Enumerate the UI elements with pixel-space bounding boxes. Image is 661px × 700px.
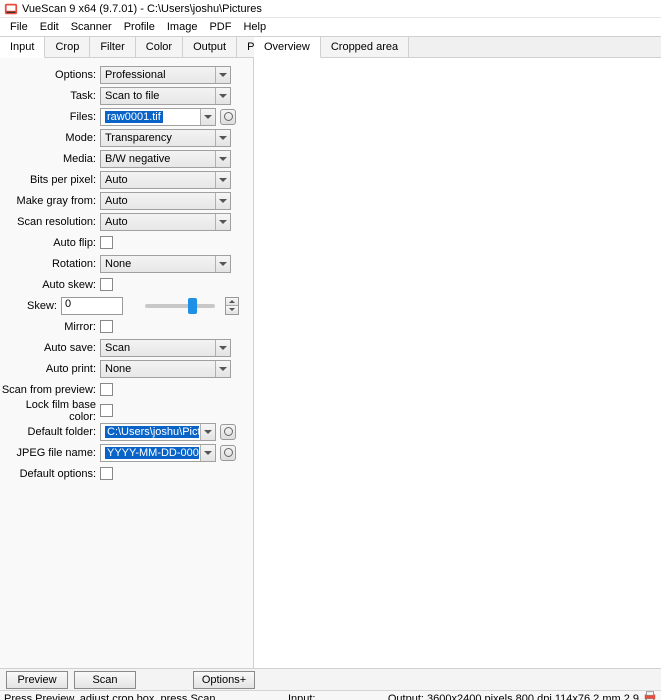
label-rotation: Rotation: (0, 258, 100, 270)
left-tabs: Input Crop Filter Color Output Prefs (0, 37, 253, 58)
menu-pdf[interactable]: PDF (203, 20, 237, 34)
chevron-down-icon (200, 445, 215, 461)
titlebar: VueScan 9 x64 (9.7.01) - C:\Users\joshu\… (0, 0, 661, 18)
combo-jpeg[interactable]: YYYY-MM-DD-0001+.jpg (100, 444, 216, 462)
right-panel: Overview Cropped area (254, 37, 661, 668)
label-bits: Bits per pixel: (0, 174, 100, 186)
tab-cropped[interactable]: Cropped area (321, 37, 409, 57)
chevron-down-icon (215, 361, 230, 377)
checkbox-lockfilm[interactable] (100, 404, 113, 417)
chevron-down-icon (215, 256, 230, 272)
main-split: Input Crop Filter Color Output Prefs Opt… (0, 36, 661, 668)
tab-input[interactable]: Input (0, 37, 45, 58)
spinner-skew[interactable] (225, 297, 239, 315)
checkbox-scanprev[interactable] (100, 383, 113, 396)
label-autoskew: Auto skew: (0, 279, 100, 291)
printer-icon (643, 690, 657, 700)
app-icon (4, 2, 18, 16)
label-scanprev: Scan from preview: (0, 384, 100, 396)
label-skew: Skew: (0, 300, 61, 312)
combo-options[interactable]: Professional (100, 66, 231, 84)
chevron-down-icon (200, 109, 215, 125)
checkbox-defopts[interactable] (100, 467, 113, 480)
label-media: Media: (0, 153, 100, 165)
tab-filter[interactable]: Filter (90, 37, 135, 57)
menu-image[interactable]: Image (161, 20, 204, 34)
tab-overview[interactable]: Overview (254, 37, 321, 58)
combo-rotation[interactable]: None (100, 255, 231, 273)
window-title: VueScan 9 x64 (9.7.01) - C:\Users\joshu\… (22, 3, 262, 15)
chevron-down-icon (200, 424, 215, 440)
slider-thumb[interactable] (188, 298, 197, 314)
label-gray: Make gray from: (0, 195, 100, 207)
jpeg-at-button[interactable] (220, 445, 236, 461)
label-mirror: Mirror: (0, 321, 100, 333)
preview-pane (254, 58, 661, 668)
checkbox-autoflip[interactable] (100, 236, 113, 249)
combo-res[interactable]: Auto (100, 213, 231, 231)
label-options: Options: (0, 69, 100, 81)
combo-gray[interactable]: Auto (100, 192, 231, 210)
combo-autoprint[interactable]: None (100, 360, 231, 378)
label-lockfilm: Lock film base color: (0, 399, 100, 423)
label-autoflip: Auto flip: (0, 237, 100, 249)
tab-color[interactable]: Color (136, 37, 183, 57)
footer-buttons: Preview Scan Options+ (0, 668, 661, 690)
label-res: Scan resolution: (0, 216, 100, 228)
menubar: File Edit Scanner Profile Image PDF Help (0, 18, 661, 36)
options-plus-button[interactable]: Options+ (193, 671, 255, 689)
label-autosave: Auto save: (0, 342, 100, 354)
chevron-down-icon (215, 151, 230, 167)
combo-bits[interactable]: Auto (100, 171, 231, 189)
label-mode: Mode: (0, 132, 100, 144)
scan-button[interactable]: Scan (74, 671, 136, 689)
combo-folder[interactable]: C:\Users\joshu\Pictures (100, 423, 216, 441)
menu-scanner[interactable]: Scanner (65, 20, 118, 34)
label-files: Files: (0, 111, 100, 123)
menu-profile[interactable]: Profile (118, 20, 161, 34)
tab-crop[interactable]: Crop (45, 37, 90, 57)
menu-file[interactable]: File (4, 20, 34, 34)
right-tabs: Overview Cropped area (254, 37, 661, 58)
left-panel: Input Crop Filter Color Output Prefs Opt… (0, 37, 254, 668)
combo-files[interactable]: raw0001.tif (100, 108, 216, 126)
chevron-down-icon (215, 340, 230, 356)
status-right: Output: 3600x2400 pixels 800 dpi 114x76.… (388, 690, 657, 700)
menu-edit[interactable]: Edit (34, 20, 65, 34)
combo-task[interactable]: Scan to file (100, 87, 231, 105)
label-jpeg: JPEG file name: (0, 447, 100, 459)
tab-output[interactable]: Output (183, 37, 237, 57)
label-defopts: Default options: (0, 468, 100, 480)
chevron-down-icon (215, 88, 230, 104)
form-area: Options:Professional Task:Scan to file F… (0, 58, 253, 668)
chevron-down-icon (215, 193, 230, 209)
status-mid: Input: (216, 693, 388, 700)
combo-autosave[interactable]: Scan (100, 339, 231, 357)
slider-skew[interactable] (145, 304, 215, 308)
chevron-down-icon (215, 172, 230, 188)
spinner-up-icon[interactable] (226, 298, 238, 307)
checkbox-mirror[interactable] (100, 320, 113, 333)
checkbox-autoskew[interactable] (100, 278, 113, 291)
preview-button[interactable]: Preview (6, 671, 68, 689)
menu-help[interactable]: Help (237, 20, 272, 34)
label-autoprint: Auto print: (0, 363, 100, 375)
status-bar: Press Preview, adjust crop box, press Sc… (0, 690, 661, 700)
chevron-down-icon (215, 67, 230, 83)
combo-mode[interactable]: Transparency (100, 129, 231, 147)
status-left: Press Preview, adjust crop box, press Sc… (4, 693, 216, 700)
spinner-down-icon[interactable] (226, 306, 238, 314)
folder-at-button[interactable] (220, 424, 236, 440)
label-task: Task: (0, 90, 100, 102)
files-at-button[interactable] (220, 109, 236, 125)
label-folder: Default folder: (0, 426, 100, 438)
chevron-down-icon (215, 130, 230, 146)
input-skew[interactable]: 0 (61, 297, 123, 315)
combo-media[interactable]: B/W negative (100, 150, 231, 168)
chevron-down-icon (215, 214, 230, 230)
